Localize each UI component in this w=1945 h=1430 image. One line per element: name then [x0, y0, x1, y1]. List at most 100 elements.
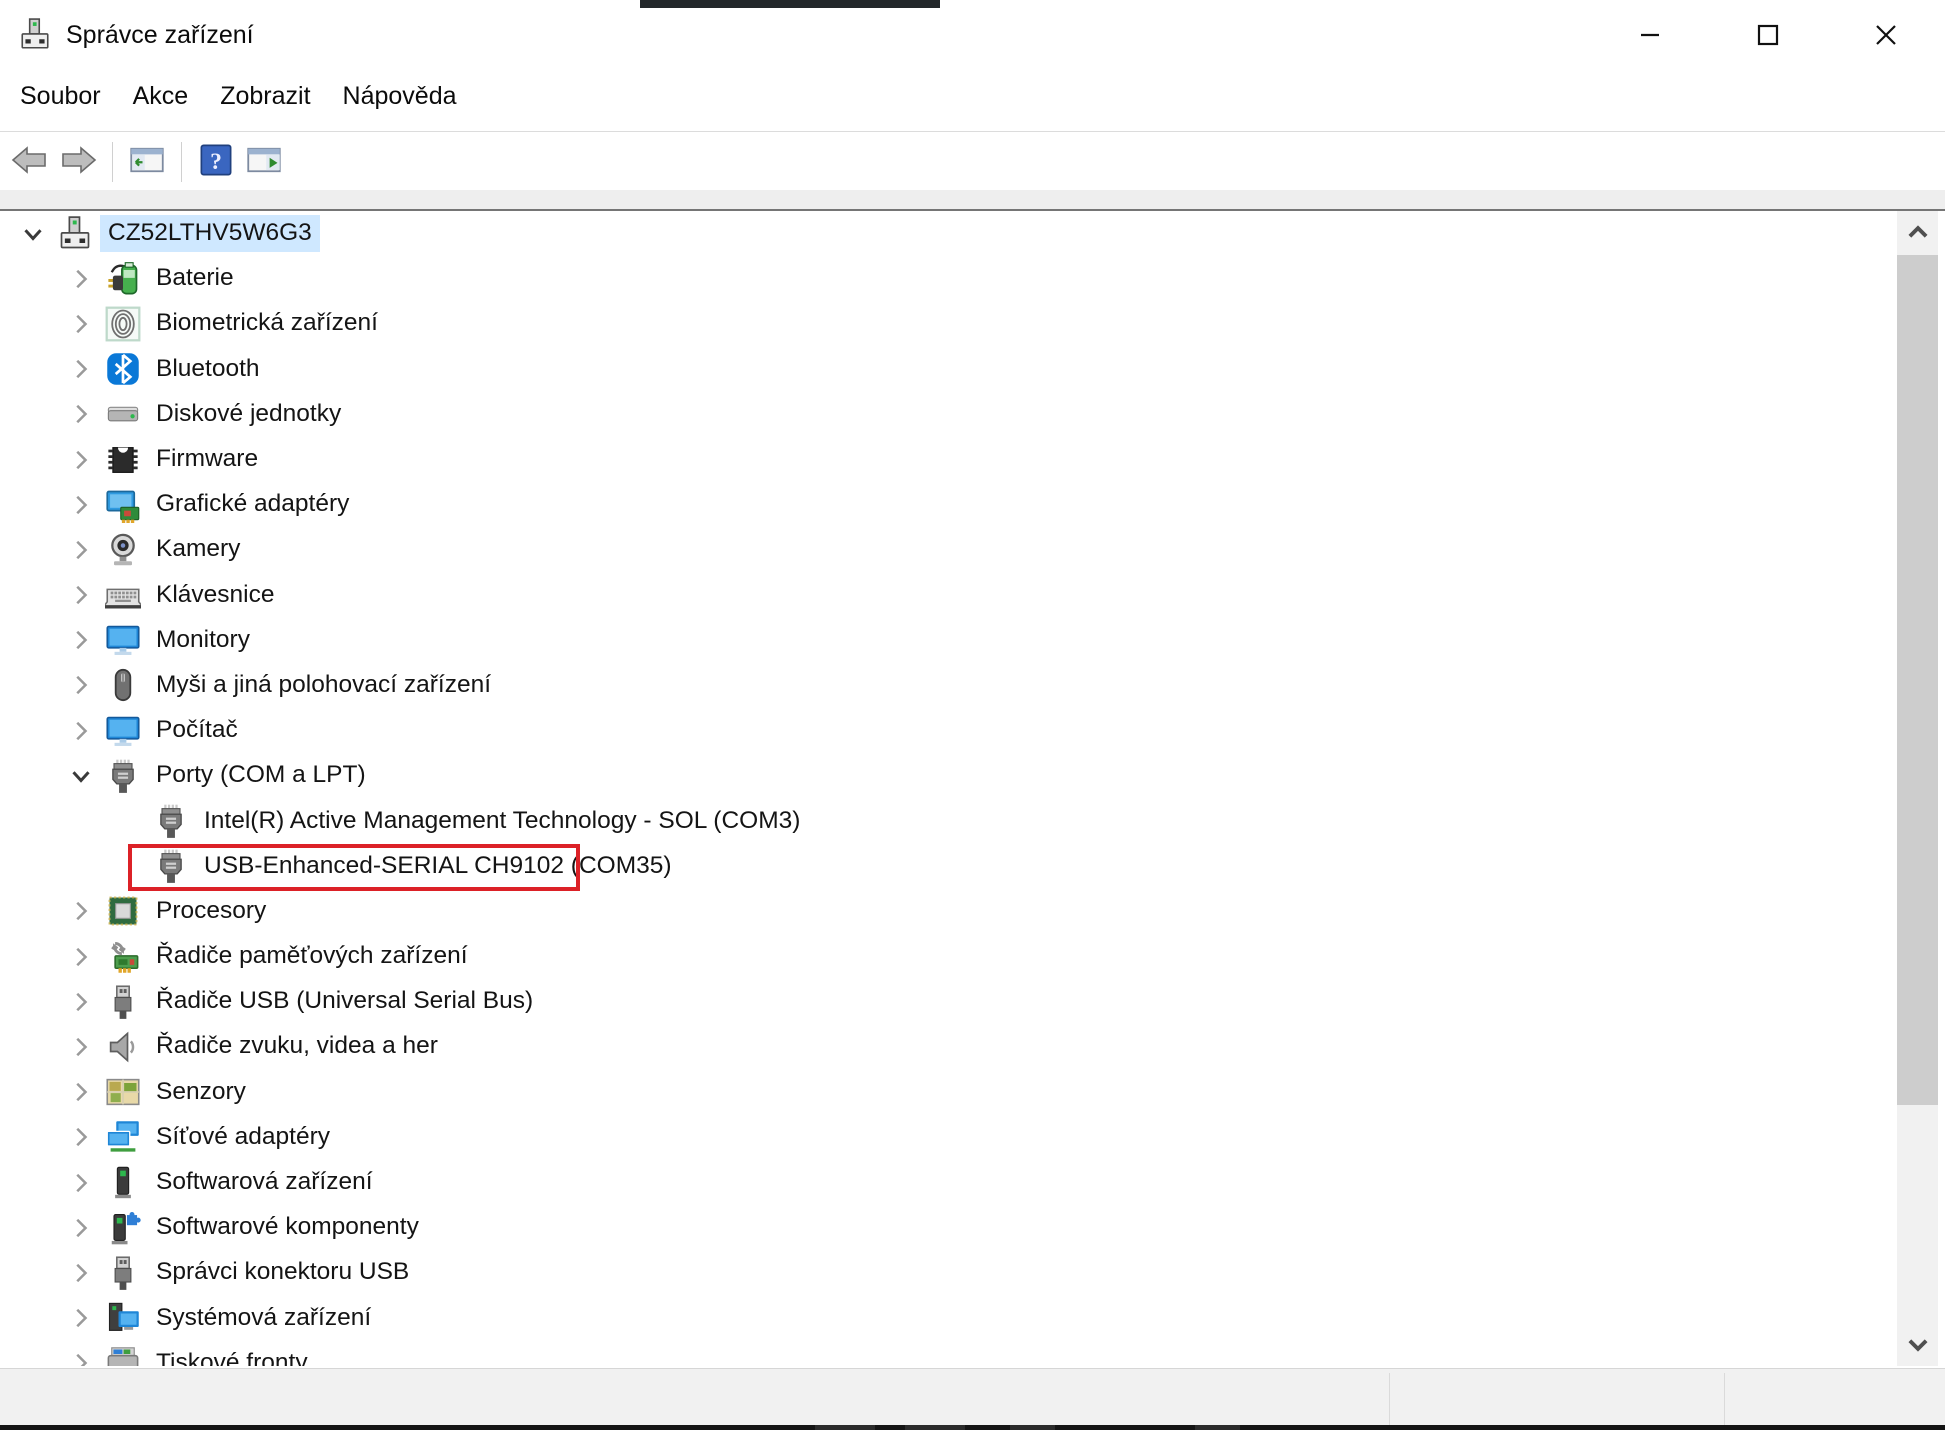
battery-icon [104, 260, 142, 298]
menu-item-zobrazit[interactable]: Zobrazit [204, 62, 326, 131]
tree-item-label: Diskové jednotky [148, 396, 349, 433]
monitor-icon [104, 712, 142, 750]
forward-arrow-icon [58, 143, 98, 180]
tree-row[interactable]: Softwarové komponenty [0, 1205, 1897, 1250]
chevron-right-icon[interactable] [58, 708, 104, 753]
camera-icon [104, 531, 142, 569]
menu-item-akce[interactable]: Akce [117, 62, 205, 131]
tree-row[interactable]: Řadiče zvuku, videa a her [0, 1024, 1897, 1069]
tree-row[interactable]: Biometrická zařízení [0, 301, 1897, 346]
tree-row[interactable]: USB-Enhanced-SERIAL CH9102 (COM35) [0, 844, 1897, 889]
chevron-right-icon[interactable] [58, 1205, 104, 1250]
tree-row[interactable]: Síťové adaptéry [0, 1115, 1897, 1160]
help-button[interactable]: ? [194, 140, 238, 184]
network-adapter-icon [104, 1118, 142, 1156]
action-pane-button[interactable] [242, 140, 286, 184]
title-bar: Správce zařízení [0, 8, 1945, 62]
chevron-right-icon[interactable] [58, 437, 104, 482]
tree-row[interactable]: CZ52LTHV5W6G3 [0, 211, 1897, 256]
tree-row[interactable]: Diskové jednotky [0, 392, 1897, 437]
chevron-right-icon[interactable] [58, 979, 104, 1024]
chevron-right-icon[interactable] [58, 889, 104, 934]
tree-row[interactable]: Tiskové fronty [0, 1341, 1897, 1366]
tree-row[interactable]: Firmware [0, 437, 1897, 482]
tree-item-label: Tiskové fronty [148, 1345, 316, 1366]
tree-row[interactable]: Senzory [0, 1070, 1897, 1115]
tree-item-label: Počítač [148, 712, 246, 749]
menu-item-soubor[interactable]: Soubor [4, 62, 117, 131]
action-pane-icon [246, 142, 282, 181]
tree-item-label: Porty (COM a LPT) [148, 757, 374, 794]
tree-row[interactable]: Kamery [0, 527, 1897, 572]
chevron-right-icon[interactable] [58, 1070, 104, 1115]
chevron-right-icon[interactable] [58, 573, 104, 618]
tree-row[interactable]: Myši a jiná polohovací zařízení [0, 663, 1897, 708]
serial-port-icon [152, 802, 190, 840]
tree-row[interactable]: Porty (COM a LPT) [0, 753, 1897, 798]
chevron-right-icon[interactable] [58, 301, 104, 346]
back-button[interactable] [8, 140, 52, 184]
chevron-right-icon[interactable] [58, 392, 104, 437]
scroll-down-button[interactable] [1897, 1322, 1938, 1366]
chevron-down-icon[interactable] [10, 211, 56, 256]
chevron-down-icon [1905, 1331, 1931, 1357]
tree-item-label: Baterie [148, 260, 242, 297]
bluetooth-icon [104, 350, 142, 388]
minimize-button[interactable] [1591, 8, 1709, 62]
tree-row[interactable]: Řadiče paměťových zařízení [0, 934, 1897, 979]
tree-row[interactable]: Baterie [0, 256, 1897, 301]
tree-row[interactable]: Počítač [0, 708, 1897, 753]
chevron-right-icon[interactable] [58, 1341, 104, 1366]
scroll-up-button[interactable] [1897, 211, 1938, 255]
tree-item-label: Síťové adaptéry [148, 1119, 338, 1156]
vertical-scrollbar[interactable] [1897, 211, 1938, 1366]
tree-item-label: Klávesnice [148, 577, 282, 614]
chevron-right-icon[interactable] [58, 1296, 104, 1341]
tree-row[interactable]: Systémová zařízení [0, 1296, 1897, 1341]
monitor-icon [104, 621, 142, 659]
chevron-right-icon[interactable] [58, 1250, 104, 1295]
tree-row[interactable]: Správci konektoru USB [0, 1250, 1897, 1295]
chevron-right-icon[interactable] [58, 1160, 104, 1205]
chevron-right-icon[interactable] [58, 347, 104, 392]
close-button[interactable] [1827, 8, 1945, 62]
chevron-up-icon [1905, 220, 1931, 246]
forward-button[interactable] [56, 140, 100, 184]
chevron-right-icon[interactable] [58, 1024, 104, 1069]
chevron-right-icon[interactable] [58, 663, 104, 708]
chevron-right-icon[interactable] [58, 256, 104, 301]
scroll-thumb[interactable] [1897, 255, 1938, 1105]
serial-port-icon [104, 757, 142, 795]
device-manager-app-icon [18, 18, 52, 52]
usb-plug-icon [104, 983, 142, 1021]
disk-drive-icon [104, 395, 142, 433]
chevron-right-icon[interactable] [58, 482, 104, 527]
tree-item-label: Softwarová zařízení [148, 1164, 381, 1201]
console-tree-button[interactable] [125, 140, 169, 184]
tree-item-label: Řadiče paměťových zařízení [148, 938, 476, 975]
tree-item-label: Senzory [148, 1074, 254, 1111]
tree-row[interactable]: Grafické adaptéry [0, 482, 1897, 527]
tree-item-label: Správci konektoru USB [148, 1254, 417, 1291]
tree-row[interactable]: Řadiče USB (Universal Serial Bus) [0, 979, 1897, 1024]
serial-port-icon [152, 847, 190, 885]
chevron-right-icon[interactable] [58, 618, 104, 663]
tree-row[interactable]: Bluetooth [0, 347, 1897, 392]
tree-row[interactable]: Intel(R) Active Management Technology - … [0, 798, 1897, 843]
tree-row[interactable]: Softwarová zařízení [0, 1160, 1897, 1205]
tree-row[interactable]: Monitory [0, 618, 1897, 663]
chevron-right-icon[interactable] [58, 1115, 104, 1160]
chevron-right-icon[interactable] [58, 934, 104, 979]
help-icon: ? [198, 142, 234, 181]
menu-item-napoveda[interactable]: Nápověda [327, 62, 473, 131]
tree-item-label: Myši a jiná polohovací zařízení [148, 667, 499, 704]
cpu-icon [104, 892, 142, 930]
tree-row[interactable]: Procesory [0, 889, 1897, 934]
tree-row[interactable]: Klávesnice [0, 573, 1897, 618]
chevron-down-icon[interactable] [58, 753, 104, 798]
maximize-button[interactable] [1709, 8, 1827, 62]
tree-item-label: Biometrická zařízení [148, 305, 386, 342]
chevron-right-icon[interactable] [58, 527, 104, 572]
tree-item-label: Grafické adaptéry [148, 486, 357, 523]
tree-item-label: USB-Enhanced-SERIAL CH9102 (COM35) [196, 848, 680, 885]
